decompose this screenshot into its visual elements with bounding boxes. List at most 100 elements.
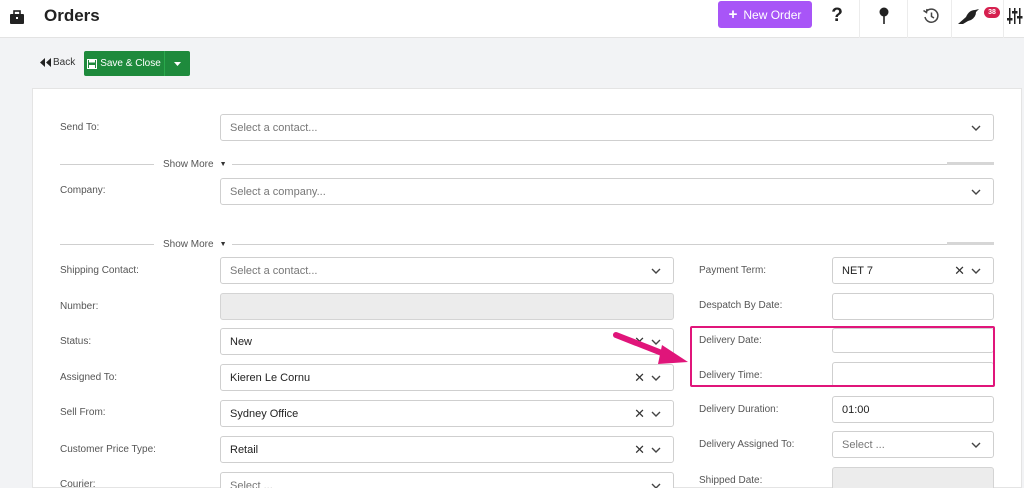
clear-icon[interactable]: ✕	[954, 263, 965, 279]
delivery-duration-value: 01:00	[842, 403, 870, 416]
customer-price-type-value: Retail	[230, 443, 259, 456]
pin-icon	[879, 7, 889, 24]
company-select[interactable]: Select a company...	[220, 178, 994, 205]
clear-icon[interactable]: ✕	[634, 442, 645, 458]
sliders-icon	[1006, 8, 1022, 24]
top-bar: Orders + New Order ? 38	[0, 0, 1024, 38]
caret-down-icon: ▼	[219, 161, 227, 168]
despatch-by-date-input[interactable]	[832, 293, 994, 320]
save-options-dropdown[interactable]	[164, 51, 190, 76]
assigned-to-select[interactable]: Kieren Le Cornu ✕	[220, 364, 674, 391]
delivery-assigned-to-select[interactable]: Select ...	[832, 431, 994, 458]
notification-count-badge: 38	[984, 7, 1000, 18]
shipping-contact-label: Shipping Contact:	[60, 265, 139, 276]
chevron-down-icon	[651, 373, 661, 383]
bird-icon	[958, 9, 979, 24]
despatch-by-date-label: Despatch By Date:	[699, 300, 783, 311]
new-order-button[interactable]: + New Order	[718, 1, 812, 28]
chevron-down-icon	[651, 266, 661, 276]
chevron-down-icon	[971, 266, 981, 276]
payment-term-select[interactable]: NET 7 ✕	[832, 257, 994, 284]
company-placeholder: Select a company...	[230, 185, 326, 198]
delivery-duration-label: Delivery Duration:	[699, 404, 779, 415]
chevron-down-icon	[651, 409, 661, 419]
delivery-duration-input[interactable]: 01:00	[832, 396, 994, 423]
courier-select[interactable]: Select ...	[220, 472, 674, 488]
shipping-contact-placeholder: Select a contact...	[230, 264, 318, 277]
history-icon	[923, 8, 939, 23]
settings-button[interactable]	[1005, 3, 1024, 29]
save-close-button[interactable]: Save & Close	[84, 51, 164, 76]
company-label: Company:	[60, 185, 106, 196]
show-more-toggle[interactable]: Show More ▼	[163, 239, 227, 250]
caret-down-icon: ▼	[219, 241, 227, 248]
number-field	[220, 293, 674, 320]
delivery-assigned-to-placeholder: Select ...	[842, 438, 885, 451]
customer-price-type-label: Customer Price Type:	[60, 444, 156, 455]
delivery-time-label: Delivery Time:	[699, 370, 763, 381]
section-divider-end	[947, 242, 994, 245]
show-more-label: Show More	[163, 239, 214, 250]
status-value: New	[230, 335, 253, 348]
payment-term-value: NET 7	[842, 264, 873, 277]
delivery-date-label: Delivery Date:	[699, 335, 762, 346]
chevron-down-icon	[651, 481, 661, 488]
pin-button[interactable]	[870, 3, 898, 29]
caret-down-icon	[174, 61, 181, 66]
sell-from-value: Sydney Office	[230, 407, 299, 420]
section-divider	[60, 164, 154, 165]
delivery-time-input[interactable]	[832, 362, 994, 387]
shipped-date-label: Shipped Date:	[699, 475, 763, 486]
clear-icon[interactable]: ✕	[634, 370, 645, 386]
section-divider	[232, 244, 947, 245]
clear-icon[interactable]: ✕	[634, 406, 645, 422]
history-button[interactable]	[917, 3, 945, 29]
chevron-down-icon	[971, 123, 981, 133]
payment-term-label: Payment Term:	[699, 265, 767, 276]
save-close-label: Save & Close	[100, 58, 161, 69]
sell-from-select[interactable]: Sydney Office ✕	[220, 400, 674, 427]
back-icon	[40, 58, 51, 67]
chevron-down-icon	[971, 440, 981, 450]
question-icon: ?	[831, 5, 843, 26]
new-order-label: New Order	[743, 7, 802, 22]
floppy-icon	[87, 58, 98, 69]
save-close-group: Save & Close	[84, 51, 190, 76]
customer-price-type-select[interactable]: Retail ✕	[220, 436, 674, 463]
send-to-select[interactable]: Select a contact...	[220, 114, 994, 141]
courier-placeholder: Select ...	[230, 479, 273, 488]
delivery-date-input[interactable]	[832, 328, 994, 353]
notifications-button[interactable]	[955, 3, 983, 29]
section-divider	[232, 164, 947, 165]
section-divider	[60, 244, 154, 245]
toolbar-divider	[1003, 0, 1004, 38]
toolbar-divider	[951, 0, 952, 38]
status-label: Status:	[60, 336, 92, 347]
chevron-down-icon	[971, 187, 981, 197]
sell-from-label: Sell From:	[60, 407, 106, 418]
delivery-assigned-to-label: Delivery Assigned To:	[699, 439, 795, 450]
courier-label: Courier:	[60, 479, 96, 488]
chevron-down-icon	[651, 445, 661, 455]
page-title: Orders	[44, 6, 100, 25]
help-button[interactable]: ?	[823, 3, 851, 29]
show-more-toggle[interactable]: Show More ▼	[163, 159, 227, 170]
shipping-contact-select[interactable]: Select a contact...	[220, 257, 674, 284]
annotation-arrow-icon	[613, 332, 688, 364]
send-to-label: Send To:	[60, 122, 100, 133]
status-select[interactable]: New ✕	[220, 328, 674, 355]
assigned-to-label: Assigned To:	[60, 372, 118, 383]
send-to-placeholder: Select a contact...	[230, 121, 318, 134]
shipped-date-input	[832, 467, 994, 488]
toolbar-divider	[907, 0, 908, 38]
back-button[interactable]: Back	[40, 57, 75, 68]
assigned-to-value: Kieren Le Cornu	[230, 371, 311, 384]
order-form-card	[32, 88, 1022, 488]
section-divider-end	[947, 162, 994, 165]
show-more-label: Show More	[163, 159, 214, 170]
plus-icon: +	[728, 6, 738, 23]
back-label: Back	[53, 57, 76, 68]
number-label: Number:	[60, 301, 99, 312]
briefcase-icon	[10, 10, 24, 24]
toolbar-divider	[859, 0, 860, 38]
